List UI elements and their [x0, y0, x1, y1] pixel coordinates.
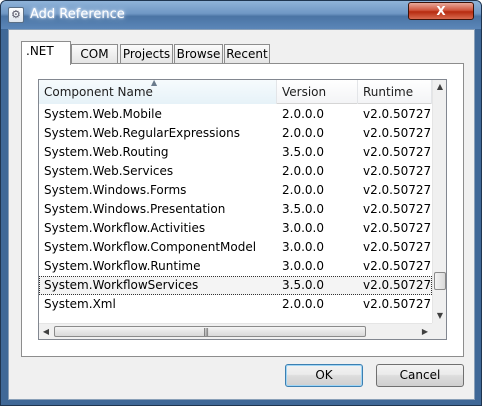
table-row[interactable]: System.Web.Services 2.0.0.0 v2.0.50727: [39, 162, 432, 181]
list-header: ▲ Component Name Version Runtime: [39, 80, 432, 104]
component-name-cell: System.Workflow.Runtime: [44, 259, 201, 273]
runtime-cell: v2.0.50727: [363, 145, 432, 159]
close-button[interactable]: X: [408, 2, 474, 20]
component-name-cell: System.Web.Mobile: [44, 107, 162, 121]
column-header-label: Component Name: [44, 85, 153, 99]
horizontal-scroll-thumb[interactable]: |||: [54, 326, 366, 337]
version-cell: 2.0.0.0: [282, 164, 324, 178]
scroll-up-icon[interactable]: ▲: [433, 80, 446, 94]
column-header-runtime[interactable]: Runtime: [358, 80, 432, 104]
component-name-cell: System.Web.RegularExpressions: [44, 126, 240, 140]
component-name-cell: System.WorkflowServices: [44, 278, 199, 292]
table-row[interactable]: System.Web.Mobile 2.0.0.0 v2.0.50727: [39, 105, 432, 124]
scroll-grip-icon: |||: [203, 327, 209, 336]
component-name-cell: System.Workflow.Activities: [44, 221, 206, 235]
component-name-cell: System.Xml: [44, 297, 116, 311]
table-row[interactable]: System.Xml 2.0.0.0 v2.0.50727: [39, 295, 432, 314]
runtime-cell: v2.0.50727: [363, 183, 432, 197]
scrollbar-corner: [432, 323, 446, 339]
runtime-cell: v2.0.50727: [363, 107, 432, 121]
runtime-cell: v2.0.50727: [363, 278, 432, 292]
version-cell: 2.0.0.0: [282, 107, 324, 121]
runtime-cell: v2.0.50727: [363, 202, 432, 216]
version-cell: 2.0.0.0: [282, 126, 324, 140]
table-row[interactable]: System.WorkflowServices 3.5.0.0 v2.0.50727: [39, 276, 432, 295]
version-cell: 2.0.0.0: [282, 183, 324, 197]
scroll-left-icon[interactable]: ◀: [39, 325, 53, 339]
dialog-body: .NET COM Projects Browse Recent ▲ Compon…: [8, 29, 475, 400]
table-row[interactable]: System.Web.RegularExpressions 2.0.0.0 v2.0…: [39, 124, 432, 143]
version-cell: 3.0.0.0: [282, 221, 324, 235]
version-cell: 2.0.0.0: [282, 297, 324, 311]
horizontal-scrollbar[interactable]: ◀ ||| ▶: [39, 323, 432, 339]
component-name-cell: System.Windows.Forms: [44, 183, 187, 197]
version-cell: 3.0.0.0: [282, 240, 324, 254]
version-cell: 3.5.0.0: [282, 145, 324, 159]
app-icon: ⚙: [8, 7, 24, 23]
component-list[interactable]: ▲ Component Name Version Runtime System.…: [38, 79, 447, 340]
version-cell: 3.5.0.0: [282, 202, 324, 216]
version-cell: 3.0.0.0: [282, 259, 324, 273]
tab-dotnet[interactable]: .NET: [21, 41, 71, 65]
tab-browse[interactable]: Browse: [174, 44, 223, 64]
runtime-cell: v2.0.50727: [363, 259, 432, 273]
component-name-cell: System.Windows.Presentation: [44, 202, 226, 216]
vertical-scrollbar[interactable]: ▲ ▼: [432, 80, 446, 323]
tab-panel: ▲ Component Name Version Runtime System.…: [21, 63, 464, 357]
column-header-component-name[interactable]: ▲ Component Name: [39, 80, 277, 104]
column-header-version[interactable]: Version: [277, 80, 358, 104]
table-row[interactable]: System.Windows.Forms 2.0.0.0 v2.0.50727: [39, 181, 432, 200]
runtime-cell: v2.0.50727: [363, 126, 432, 140]
title-bar[interactable]: ⚙ Add Reference X: [1, 1, 481, 29]
component-name-cell: System.Workflow.ComponentModel: [44, 240, 257, 254]
table-row[interactable]: System.Workflow.Runtime 3.0.0.0 v2.0.50727: [39, 257, 432, 276]
vertical-scroll-thumb[interactable]: [434, 272, 446, 290]
version-cell: 3.5.0.0: [282, 278, 324, 292]
component-name-cell: System.Web.Services: [44, 164, 174, 178]
tab-com[interactable]: COM: [71, 44, 118, 64]
sort-ascending-icon: ▲: [151, 80, 158, 87]
scroll-right-icon[interactable]: ▶: [418, 325, 432, 339]
runtime-cell: v2.0.50727: [363, 297, 432, 311]
table-row[interactable]: System.Windows.Presentation 3.5.0.0 v2.0.5…: [39, 200, 432, 219]
scroll-down-icon[interactable]: ▼: [433, 309, 446, 323]
runtime-cell: v2.0.50727: [363, 221, 432, 235]
table-row[interactable]: System.Web.Routing 3.5.0.0 v2.0.50727: [39, 143, 432, 162]
runtime-cell: v2.0.50727: [363, 164, 432, 178]
add-reference-dialog: ⚙ Add Reference X .NET COM Projects Brow…: [0, 0, 482, 406]
tab-projects[interactable]: Projects: [120, 44, 173, 64]
ok-button[interactable]: OK: [285, 364, 363, 387]
tab-recent[interactable]: Recent: [224, 44, 270, 64]
cancel-button[interactable]: Cancel: [376, 364, 464, 387]
table-row[interactable]: System.Workflow.ComponentModel 3.0.0.0 v2.…: [39, 238, 432, 257]
window-title: Add Reference: [30, 7, 125, 22]
component-name-cell: System.Web.Routing: [44, 145, 169, 159]
list-rows: System.Web.Mobile 2.0.0.0 v2.0.50727 System…: [39, 105, 432, 314]
table-row[interactable]: System.Workflow.Activities 3.0.0.0 v2.0.50…: [39, 219, 432, 238]
runtime-cell: v2.0.50727: [363, 240, 432, 254]
